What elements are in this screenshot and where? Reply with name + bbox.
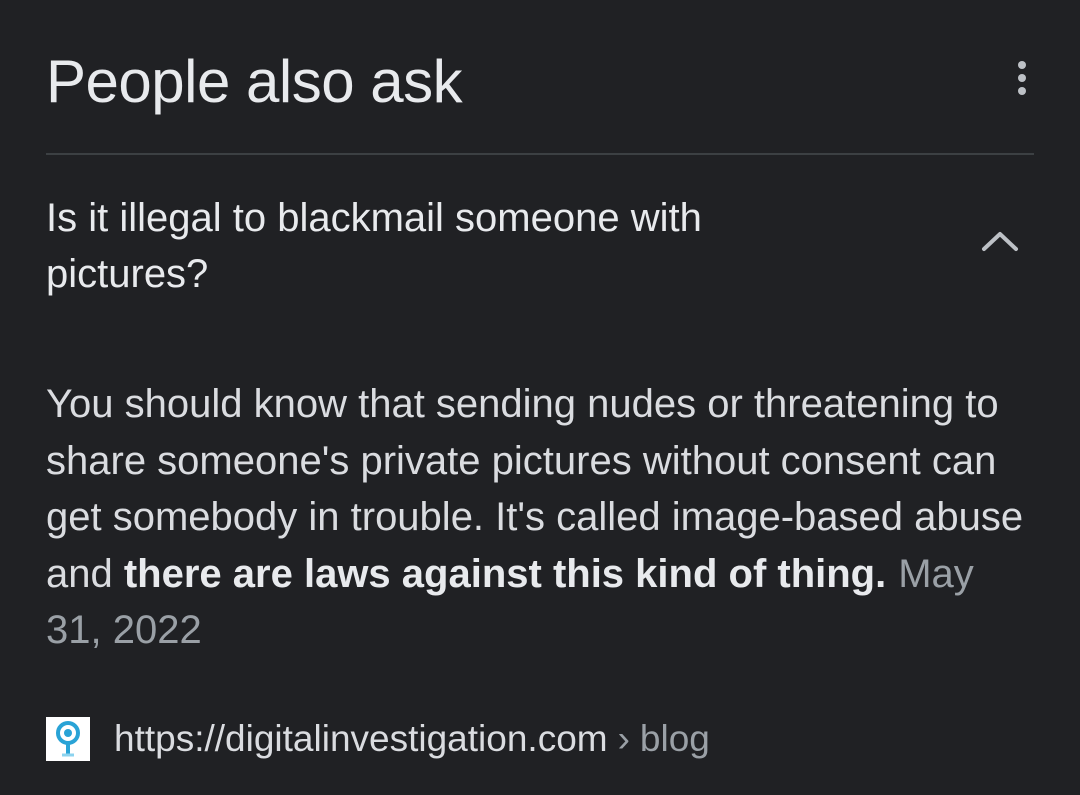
answer-snippet: You should know that sending nudes or th… [46, 376, 1040, 659]
source-path: blog [639, 718, 710, 759]
people-also-ask-panel: People also ask Is it illegal to blackma… [0, 0, 1080, 795]
chevron-up-icon [982, 232, 1018, 251]
more-vert-icon [1018, 61, 1026, 95]
source-link[interactable]: https://digitalinvestigation.com › blog [46, 716, 710, 762]
question-toggle[interactable]: Is it illegal to blackmail someone with … [46, 190, 1034, 310]
panel-title: People also ask [46, 48, 463, 115]
site-favicon-icon [46, 717, 90, 761]
source-breadcrumb-separator: › [617, 718, 630, 759]
header-divider [46, 153, 1034, 155]
source-url: https://digitalinvestigation.com [114, 718, 608, 759]
panel-header: People also ask [46, 46, 1034, 126]
answer-highlight: there are laws against this kind of thin… [123, 551, 887, 596]
question-text: Is it illegal to blackmail someone with … [46, 196, 702, 296]
more-options-button[interactable] [1010, 54, 1034, 102]
